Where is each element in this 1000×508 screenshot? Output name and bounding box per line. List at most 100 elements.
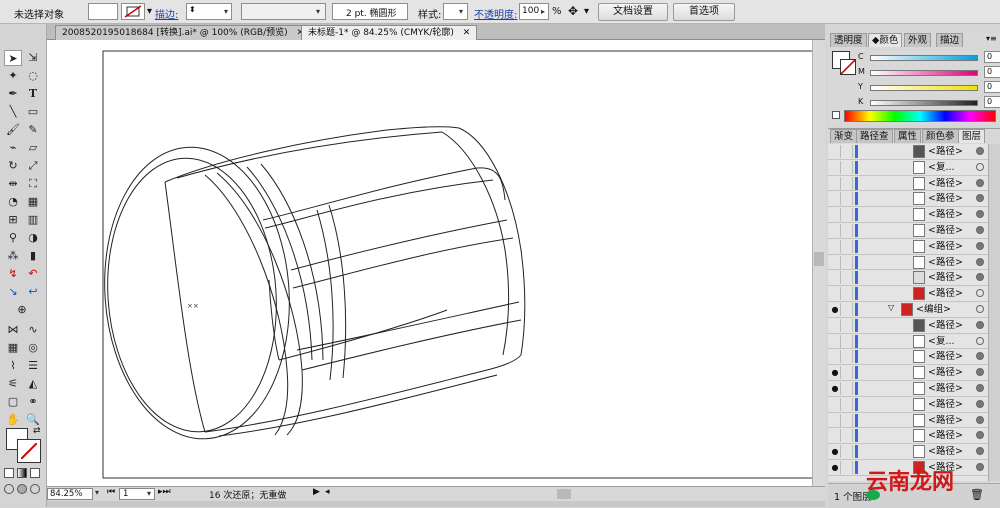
stroke-color-swatch[interactable]	[17, 439, 41, 463]
visibility-eye-icon[interactable]	[830, 176, 841, 190]
lock-toggle[interactable]	[842, 429, 853, 443]
target-circle-icon[interactable]	[976, 178, 984, 187]
tab-layers[interactable]: 图层	[958, 129, 986, 143]
scroll-left-icon[interactable]: ◂	[325, 487, 330, 497]
grid-tool-icon[interactable]: ▦	[4, 340, 22, 356]
scale-tool-icon[interactable]: ⤢	[24, 158, 42, 174]
target-circle-icon[interactable]	[976, 336, 984, 345]
target-circle-icon[interactable]	[976, 257, 984, 266]
tab-color-guide[interactable]: 颜色参	[922, 129, 959, 143]
column-graph-tool-icon[interactable]: ▮	[24, 248, 42, 264]
lock-toggle[interactable]	[842, 224, 853, 237]
visibility-eye-icon[interactable]	[830, 224, 841, 237]
live-paint-selection-icon[interactable]: ↶	[24, 266, 42, 282]
scroll-thumb[interactable]	[814, 252, 824, 266]
layer-row[interactable]: <路径>	[828, 207, 988, 223]
lock-toggle[interactable]	[842, 303, 853, 316]
rotate-tool-icon[interactable]: ↻	[4, 158, 22, 174]
visibility-eye-icon[interactable]	[830, 145, 841, 158]
visibility-eye-icon[interactable]	[830, 192, 841, 206]
eraser-tool-icon[interactable]: ▱	[24, 140, 42, 156]
lock-toggle[interactable]	[842, 192, 853, 206]
magenta-track[interactable]	[870, 70, 978, 76]
target-circle-icon[interactable]	[976, 415, 984, 424]
shape-builder-tool-icon[interactable]: ◔	[4, 194, 22, 210]
magic-wand-tool-icon[interactable]: ✦	[4, 68, 22, 84]
selection-tool-icon[interactable]: ➤	[4, 50, 22, 66]
layer-row[interactable]: <路径>	[828, 286, 988, 302]
none-color-icon[interactable]	[832, 111, 840, 119]
polar-grid-tool-icon[interactable]: ◎	[24, 340, 42, 356]
rectangle-tool-icon[interactable]: ▭	[24, 104, 42, 120]
visibility-eye-icon[interactable]: ●	[830, 445, 841, 459]
visibility-eye-icon[interactable]	[830, 271, 841, 285]
document-setup-button[interactable]: 文档设置	[598, 3, 668, 21]
stroke-link[interactable]: 描边:	[155, 6, 178, 21]
blob-brush-tool-icon[interactable]: ⌁	[4, 140, 22, 156]
frame-tool-icon[interactable]: ▢	[4, 394, 22, 410]
blend-tool-icon[interactable]: ◑	[24, 230, 42, 246]
paintbrush-tool-icon[interactable]: 🖌	[4, 122, 22, 138]
close-icon[interactable]: ✕	[463, 28, 471, 38]
hand-lasso-icon[interactable]: ⚭	[24, 394, 42, 410]
first-page-icon[interactable]: ⏮	[107, 487, 115, 497]
eyedropper-tool-icon[interactable]: ⚲	[4, 230, 22, 246]
draw-normal-icon[interactable]	[4, 484, 14, 494]
cyan-track[interactable]	[870, 55, 978, 61]
none-mode-icon[interactable]	[30, 468, 40, 478]
stroke-swatch[interactable]	[121, 3, 145, 20]
artboard-canvas[interactable]: ××	[47, 40, 825, 486]
target-circle-icon[interactable]	[976, 241, 984, 250]
layer-row[interactable]: <复...	[828, 334, 988, 350]
gradient-tool-icon[interactable]: ▥	[24, 212, 42, 228]
layer-row[interactable]: <路径>	[828, 349, 988, 366]
layer-row[interactable]: ● <路径>	[828, 365, 988, 381]
magenta-slider[interactable]: M 0	[858, 66, 1000, 80]
visibility-eye-icon[interactable]: ●	[830, 366, 841, 380]
lock-toggle[interactable]	[842, 176, 853, 190]
visibility-eye-icon[interactable]: ●	[830, 382, 841, 395]
layer-row[interactable]: <路径>	[828, 223, 988, 239]
visibility-eye-icon[interactable]	[830, 287, 841, 301]
visibility-eye-icon[interactable]	[830, 239, 841, 253]
chevron-down-icon[interactable]: ▾	[147, 489, 151, 498]
lock-toggle[interactable]	[842, 318, 853, 332]
target-circle-icon[interactable]	[976, 162, 984, 171]
lock-toggle[interactable]	[842, 160, 853, 174]
layer-row[interactable]: <复...	[828, 160, 988, 176]
fill-swatch[interactable]	[88, 3, 118, 20]
tab-transparency[interactable]: 透明度	[830, 33, 867, 47]
tab-appearance[interactable]: 外观	[904, 33, 932, 47]
black-track[interactable]	[870, 100, 978, 106]
chevron-down-icon[interactable]: ▾	[95, 488, 99, 497]
visibility-eye-icon[interactable]: ●	[830, 303, 841, 316]
draw-behind-icon[interactable]	[17, 484, 27, 494]
live-paint-bucket-icon[interactable]: ↯	[4, 266, 22, 282]
visibility-eye-icon[interactable]	[830, 208, 841, 222]
opacity-field[interactable]: 100 ▸	[519, 3, 549, 20]
preferences-button[interactable]: 首选项	[673, 3, 735, 21]
panel-menu-icon[interactable]: ▾≡	[986, 34, 997, 43]
target-circle-icon[interactable]	[976, 194, 984, 203]
lock-toggle[interactable]	[842, 145, 853, 158]
lock-toggle[interactable]	[842, 413, 853, 427]
hand-tool-icon[interactable]: ✋	[4, 412, 22, 428]
chevron-down-icon[interactable]: ▾	[224, 7, 228, 16]
list-tool-icon[interactable]: ☰	[24, 358, 42, 374]
target-circle-icon[interactable]	[976, 289, 984, 298]
visibility-eye-icon[interactable]	[830, 413, 841, 427]
visibility-eye-icon[interactable]	[830, 160, 841, 174]
target-circle-icon[interactable]	[976, 352, 984, 361]
slice-tool-icon[interactable]: ↘	[4, 284, 22, 300]
brush-definition-field[interactable]: 2 pt. 椭圆形	[332, 3, 408, 20]
yellow-slider[interactable]: Y 0	[858, 81, 1000, 95]
lock-toggle[interactable]	[842, 255, 853, 269]
target-circle-icon[interactable]	[976, 384, 984, 392]
graph-tool-icon[interactable]: ⌇	[4, 358, 22, 374]
tab-pathfinder[interactable]: 路径查	[856, 129, 893, 143]
lock-toggle[interactable]	[842, 461, 853, 474]
lock-toggle[interactable]	[842, 208, 853, 222]
mesh-tool-icon[interactable]: ⊞	[4, 212, 22, 228]
black-slider[interactable]: K 0	[858, 96, 1000, 110]
measure-tool-icon[interactable]: ⚟	[4, 376, 22, 392]
